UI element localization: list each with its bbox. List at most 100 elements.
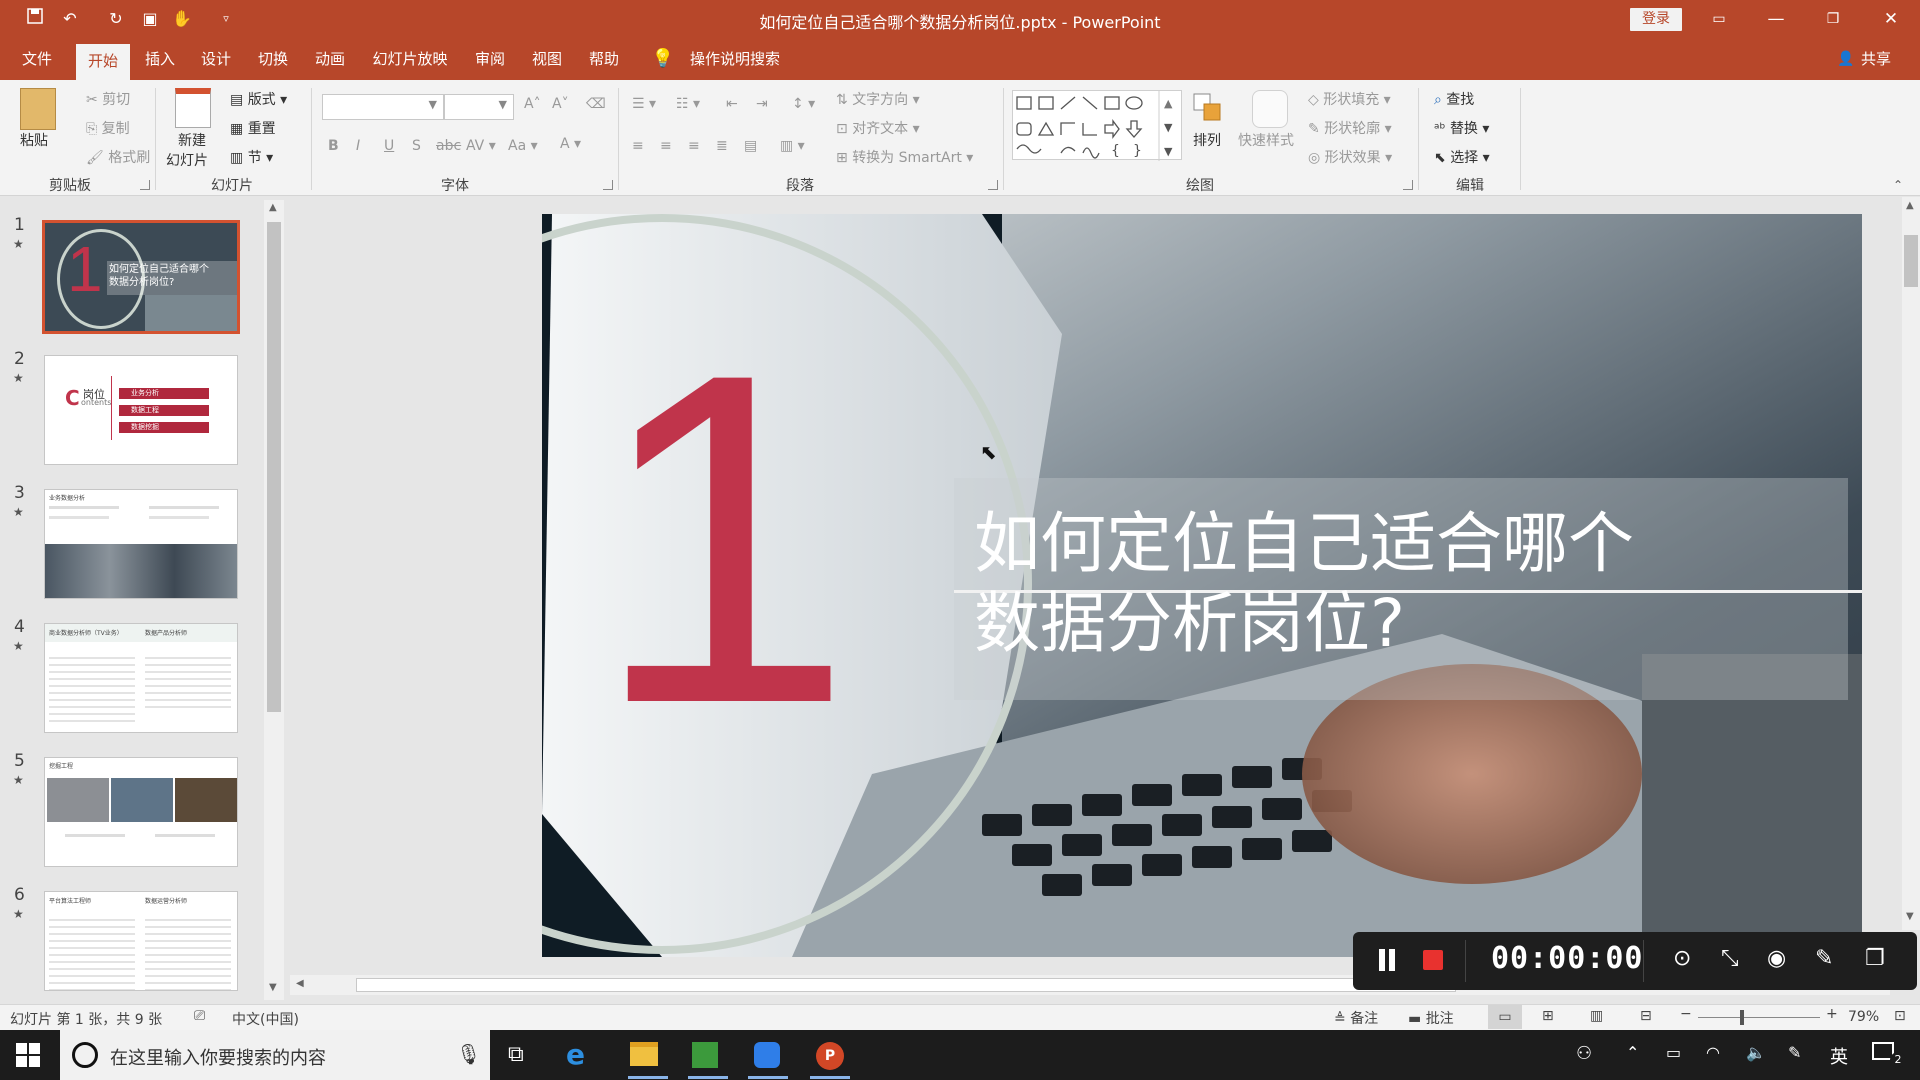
- pen-icon[interactable]: ✎: [1815, 946, 1833, 971]
- zoom-slider-track[interactable]: [1698, 1017, 1820, 1018]
- notes-button[interactable]: ≜ 备注: [1334, 1008, 1378, 1028]
- convert-smartart-button[interactable]: ⊞ 转换为 SmartArt ▾: [836, 147, 973, 167]
- shapes-gallery[interactable]: { } ▲ ▼ ▼: [1012, 90, 1182, 161]
- columns-icon[interactable]: ▥ ▾: [780, 138, 805, 154]
- people-icon[interactable]: ⚇: [1576, 1043, 1592, 1064]
- pen-workspace-icon[interactable]: ✎: [1788, 1043, 1801, 1062]
- scroll-thumb[interactable]: [356, 978, 1456, 992]
- tab-slideshow[interactable]: 幻灯片放映: [366, 38, 454, 80]
- camera-icon[interactable]: ◉: [1767, 946, 1786, 971]
- close-icon[interactable]: ✕: [1868, 0, 1914, 38]
- zoom-level[interactable]: 79%: [1848, 1009, 1879, 1025]
- ime-indicator[interactable]: 英: [1830, 1043, 1848, 1069]
- scroll-down-icon[interactable]: ▼: [1906, 911, 1914, 922]
- text-direction-button[interactable]: ⇅ 文字方向 ▾: [836, 89, 920, 109]
- scroll-up-icon[interactable]: ▲: [269, 202, 277, 213]
- decrease-indent-icon[interactable]: ⇤: [726, 96, 738, 112]
- tab-insert[interactable]: 插入: [138, 38, 182, 80]
- scroll-down-icon[interactable]: ▼: [269, 982, 277, 993]
- spellcheck-icon[interactable]: ⎚: [194, 1008, 205, 1024]
- edge-icon[interactable]: e: [566, 1038, 585, 1071]
- minimize-icon[interactable]: —: [1753, 0, 1799, 38]
- show-hidden-icons[interactable]: ⌃: [1626, 1043, 1639, 1062]
- paste-button[interactable]: 粘贴: [20, 130, 48, 150]
- numbering-icon[interactable]: ☷ ▾: [676, 96, 700, 112]
- start-icon[interactable]: [16, 1043, 40, 1071]
- select-button[interactable]: ⬉ 选择 ▾: [1434, 147, 1490, 167]
- slide-thumbnail-3[interactable]: 业务数据分析: [44, 489, 238, 599]
- slide-thumbnail-5[interactable]: 挖掘工程: [44, 757, 238, 867]
- bullets-icon[interactable]: ☰ ▾: [632, 96, 656, 112]
- drawing-launcher-icon[interactable]: [1403, 180, 1413, 190]
- change-case-icon[interactable]: Aa ▾: [508, 138, 538, 154]
- align-text-button[interactable]: ⊡ 对齐文本 ▾: [836, 118, 920, 138]
- clear-formatting-icon[interactable]: ⌫: [586, 96, 606, 112]
- arrange-button[interactable]: 排列: [1193, 130, 1221, 150]
- tab-file[interactable]: 文件: [12, 38, 62, 80]
- tab-help[interactable]: 帮助: [582, 38, 626, 80]
- tab-transitions[interactable]: 切换: [251, 38, 295, 80]
- quick-styles-button[interactable]: 快速样式: [1238, 130, 1294, 150]
- tell-me-search[interactable]: 操作说明搜索: [680, 38, 790, 80]
- justify-icon[interactable]: ≣: [716, 138, 728, 154]
- text-shadow-icon[interactable]: S: [412, 138, 421, 154]
- tab-design[interactable]: 设计: [194, 38, 238, 80]
- login-button[interactable]: 登录: [1630, 8, 1682, 31]
- font-size-combo[interactable]: ▼: [444, 94, 514, 120]
- new-slide-label-2[interactable]: 幻灯片: [166, 150, 208, 170]
- slide-thumbnail-6[interactable]: 平台算法工程师 数据运营分析师: [44, 891, 238, 991]
- reading-view-icon[interactable]: ▥: [1590, 1008, 1603, 1024]
- shape-effects-button[interactable]: ◎ 形状效果 ▾: [1308, 147, 1392, 167]
- italic-icon[interactable]: I: [356, 138, 360, 154]
- window-icon[interactable]: ❐: [1865, 946, 1885, 971]
- taskbar-search-box[interactable]: 在这里输入你要搜索的内容 🎙: [60, 1030, 490, 1080]
- copy-button[interactable]: ⎘ 复制: [86, 118, 130, 138]
- shape-fill-button[interactable]: ◇ 形状填充 ▾: [1308, 89, 1391, 109]
- replace-button[interactable]: ᵃᵇ 替换 ▾: [1434, 118, 1489, 138]
- volume-icon[interactable]: 🔈: [1746, 1043, 1766, 1062]
- thumbnail-scrollbar[interactable]: ▲ ▼: [264, 200, 284, 1000]
- reset-button[interactable]: ▦ 重置: [230, 118, 276, 138]
- tab-review[interactable]: 审阅: [468, 38, 512, 80]
- distributed-icon[interactable]: ▤: [744, 138, 757, 154]
- collapse-ribbon-icon[interactable]: ⌃: [1893, 178, 1903, 192]
- align-right-icon[interactable]: ≡: [688, 138, 700, 154]
- increase-indent-icon[interactable]: ⇥: [756, 96, 768, 112]
- slideshow-view-icon[interactable]: ⊟: [1640, 1008, 1652, 1024]
- character-spacing-icon[interactable]: AV ▾: [466, 138, 496, 154]
- paragraph-launcher-icon[interactable]: [988, 180, 998, 190]
- grow-font-icon[interactable]: A˄: [524, 96, 541, 112]
- tab-home[interactable]: 开始: [76, 44, 130, 80]
- zoom-out-icon[interactable]: −: [1680, 1006, 1692, 1022]
- spreadsheet-app-icon[interactable]: [692, 1042, 718, 1068]
- find-button[interactable]: ⌕ 查找: [1434, 89, 1474, 109]
- comments-button[interactable]: ▬ 批注: [1408, 1008, 1454, 1028]
- align-center-icon[interactable]: ≡: [660, 138, 672, 154]
- share-button[interactable]: 共享: [1856, 38, 1896, 80]
- restore-icon[interactable]: ❐: [1810, 0, 1856, 38]
- clipboard-launcher-icon[interactable]: [140, 180, 150, 190]
- region-capture-icon[interactable]: ⊙: [1673, 946, 1691, 971]
- task-view-icon[interactable]: ⧉: [508, 1042, 524, 1067]
- zoom-slider-thumb[interactable]: [1740, 1010, 1744, 1025]
- file-explorer-icon[interactable]: [630, 1042, 658, 1066]
- slide-sorter-icon[interactable]: ⊞: [1542, 1008, 1554, 1024]
- format-painter-button[interactable]: 🖌 格式刷: [86, 147, 150, 167]
- slide-canvas[interactable]: 1 如何定位自己适合哪个 数据分析岗位?: [542, 214, 1862, 957]
- line-spacing-icon[interactable]: ↕ ▾: [792, 96, 815, 112]
- paste-icon[interactable]: [20, 88, 56, 130]
- scroll-up-icon[interactable]: ▲: [1906, 200, 1914, 211]
- network-icon[interactable]: ◠: [1706, 1043, 1720, 1062]
- new-slide-icon[interactable]: [175, 88, 211, 128]
- shrink-font-icon[interactable]: A˅: [552, 96, 569, 112]
- font-name-combo[interactable]: ▼: [322, 94, 444, 120]
- shrink-icon[interactable]: ⤡: [1721, 946, 1739, 971]
- slide-vertical-scrollbar[interactable]: ▲ ▼: [1902, 197, 1920, 930]
- align-left-icon[interactable]: ≡: [632, 138, 644, 154]
- section-button[interactable]: ▥ 节 ▾: [230, 147, 273, 167]
- zoom-in-icon[interactable]: +: [1826, 1006, 1838, 1022]
- arrange-icon[interactable]: [1192, 92, 1224, 124]
- battery-icon[interactable]: ▭: [1666, 1043, 1681, 1062]
- scroll-left-icon[interactable]: ◀: [296, 978, 304, 989]
- fit-to-window-icon[interactable]: ⊡: [1894, 1008, 1906, 1024]
